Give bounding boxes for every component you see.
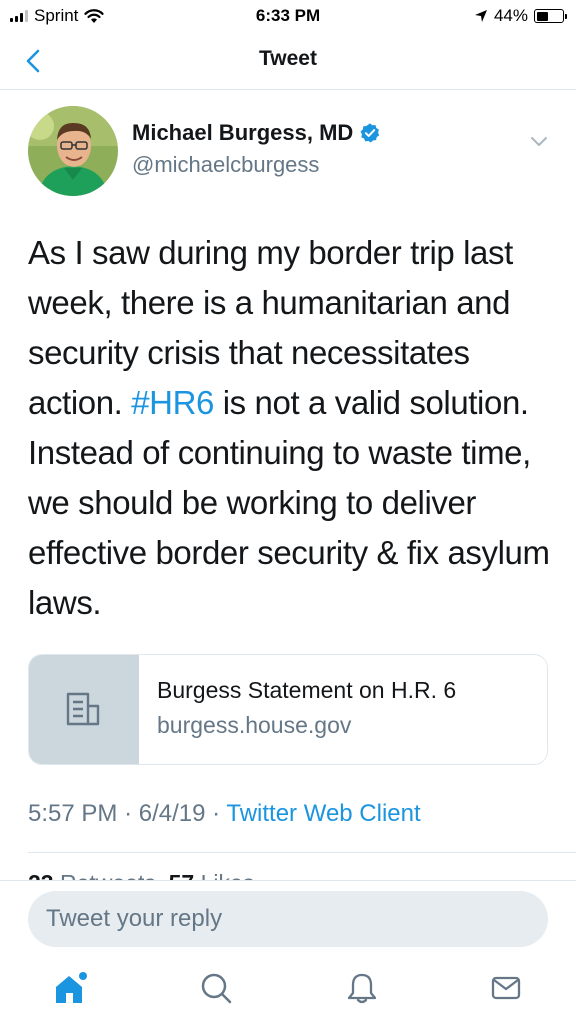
hashtag-link[interactable]: #HR6: [131, 384, 214, 421]
client-link[interactable]: Twitter Web Client: [226, 800, 420, 827]
divider: [28, 852, 576, 853]
likes-label[interactable]: Likes: [201, 870, 255, 880]
chevron-left-icon: [26, 49, 40, 73]
stats-row: 23 Retweets 57 Likes: [28, 862, 568, 880]
tweet-date: 6/4/19: [138, 800, 206, 827]
retweet-count[interactable]: 23: [28, 870, 54, 880]
tweet-time: 5:57 PM: [28, 800, 118, 827]
back-button[interactable]: [18, 46, 48, 76]
chevron-down-icon[interactable]: [528, 130, 550, 152]
retweets-label[interactable]: Retweets: [60, 870, 156, 880]
tweet-meta: 5:57 PM · 6/4/19 · Twitter Web Client: [28, 800, 421, 828]
notifications-icon: [347, 973, 377, 1004]
author-name[interactable]: Michael Burgess, MD: [132, 120, 353, 146]
tab-messages[interactable]: [488, 970, 524, 1006]
avatar-image: [28, 106, 118, 196]
location-icon: [474, 10, 487, 22]
battery-icon: [534, 9, 567, 23]
card-body: Burgess Statement on H.R. 6 burgess.hous…: [139, 655, 456, 764]
tweet-text: As I saw during my border trip last week…: [28, 228, 558, 628]
avatar[interactable]: [28, 106, 118, 196]
card-domain: burgess.house.gov: [157, 712, 352, 738]
page-title: Tweet: [259, 47, 317, 70]
reply-bar: [0, 880, 576, 956]
search-icon: [201, 973, 232, 1004]
tab-home[interactable]: [52, 970, 88, 1006]
nav-bar: Tweet: [0, 34, 576, 90]
document-icon: [66, 692, 100, 725]
tab-notifications[interactable]: [344, 970, 380, 1006]
author-name-row[interactable]: Michael Burgess, MD: [132, 120, 381, 146]
home-icon: [56, 972, 87, 1003]
author-handle[interactable]: @michaelcburgess: [132, 152, 319, 178]
tweet-author: Michael Burgess, MD @michaelcburgess: [28, 106, 556, 198]
messages-icon: [491, 976, 521, 1000]
status-bar: Sprint 6:33 PM 44%: [0, 0, 576, 34]
battery-fill: [536, 11, 548, 21]
card-title: Burgess Statement on H.R. 6: [157, 677, 457, 703]
battery-percent: 44%: [493, 6, 528, 25]
card-thumbnail: [29, 655, 139, 764]
stats: 23 Retweets 57 Likes: [28, 870, 254, 880]
meta-separator: ·: [212, 800, 221, 827]
verified-badge-icon: [360, 123, 380, 143]
reply-input[interactable]: [28, 891, 548, 947]
tab-bar: [0, 956, 576, 1024]
link-card[interactable]: Burgess Statement on H.R. 6 burgess.hous…: [28, 654, 548, 765]
status-right: 44%: [474, 6, 567, 26]
like-count[interactable]: 57: [169, 870, 195, 880]
tab-search[interactable]: [198, 970, 234, 1006]
meta-separator: ·: [124, 800, 133, 827]
